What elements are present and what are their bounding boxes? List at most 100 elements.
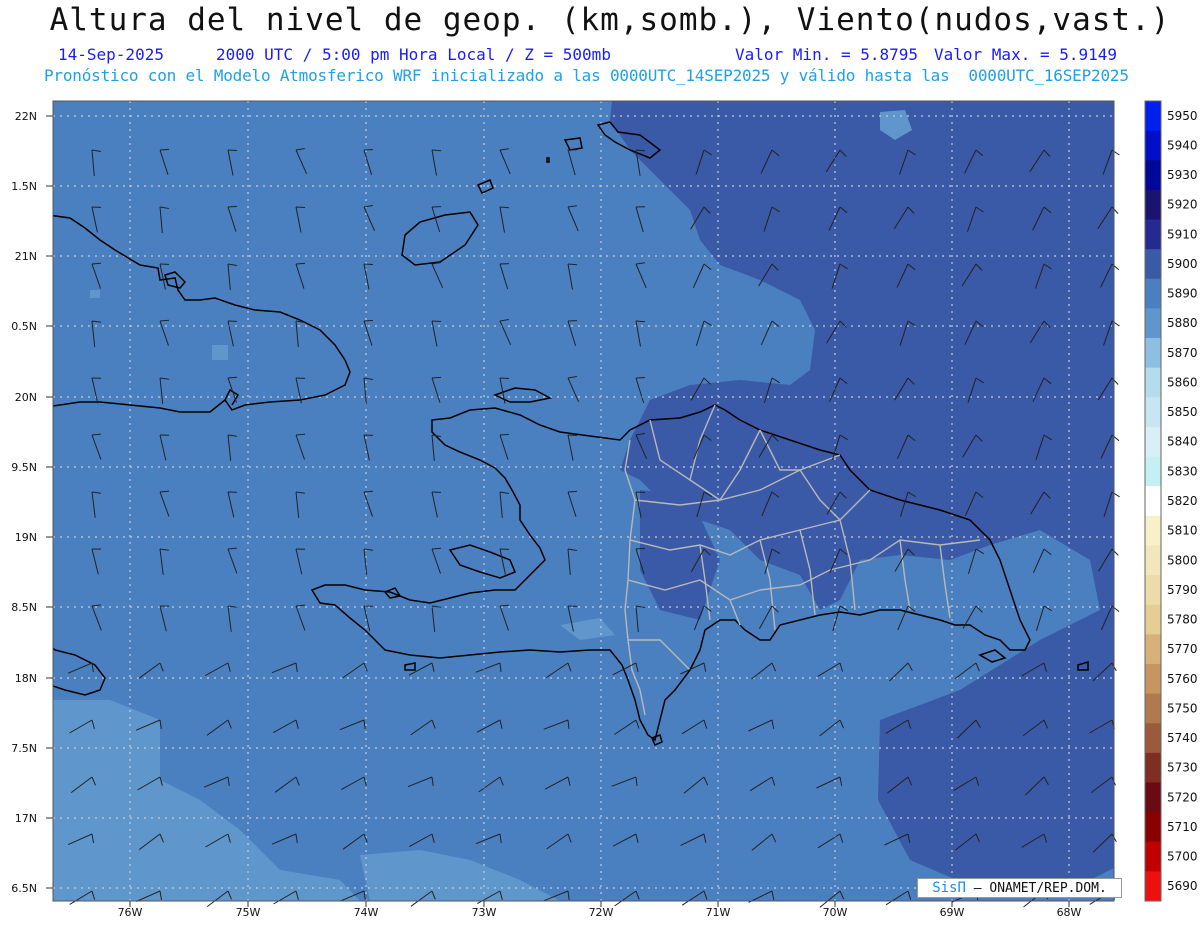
wind-barb-feather — [295, 262, 306, 265]
lat-label: 8.5N — [11, 601, 37, 614]
colorbar-label: 5890 — [1167, 287, 1198, 301]
lat-label: 19N — [15, 531, 37, 544]
wind-barb-feather — [635, 491, 646, 493]
colorbar-swatch — [1145, 486, 1161, 517]
wind-barb-feather — [635, 320, 646, 323]
colorbar-swatch — [1145, 101, 1161, 132]
wind-barb-feather — [159, 319, 170, 322]
colorbar-swatch — [1145, 338, 1161, 369]
wind-barb-feather — [431, 320, 442, 322]
wind-barb-feather — [227, 205, 238, 208]
lon-label: 72W — [589, 906, 614, 919]
colorbar-label: 5940 — [1167, 138, 1198, 152]
colorbar-label: 5880 — [1167, 316, 1198, 330]
lat-label: 20N — [15, 391, 37, 404]
colorbar-label: 5770 — [1167, 642, 1198, 656]
colorbar-label: 5800 — [1167, 553, 1198, 567]
lat-label: 6.5N — [11, 882, 37, 895]
colorbar-label: 5710 — [1167, 820, 1198, 834]
lon-label: 69W — [940, 906, 965, 919]
colorbar-swatch — [1145, 575, 1161, 606]
lat-label: 18N — [15, 672, 37, 685]
colorbar-swatch — [1145, 871, 1161, 902]
lon-label: 74W — [354, 906, 379, 919]
wind-barb-feather — [227, 376, 238, 379]
contour-5880-pocket — [212, 345, 228, 360]
colorbar-label: 5900 — [1167, 257, 1198, 271]
credit-box: SisΠ – ONAMET/REP.DOM. — [917, 878, 1122, 898]
wind-barb-feather — [567, 490, 578, 493]
lon-label: 68W — [1057, 906, 1082, 919]
lon-label: 71W — [706, 906, 731, 919]
wind-barb-feather — [431, 376, 442, 379]
colorbar-label: 5860 — [1167, 375, 1198, 389]
lat-label: 0.5N — [11, 320, 37, 333]
wind-barb-feather — [499, 433, 510, 436]
colorbar-swatch — [1145, 723, 1161, 754]
colorbar-label: 5930 — [1167, 168, 1198, 182]
wind-barb-feather — [499, 377, 510, 379]
wind-barb-feather — [567, 434, 578, 436]
sispi-logo: SisΠ — [932, 880, 966, 896]
wind-barb-feather — [295, 433, 306, 436]
lon-label: 70W — [823, 906, 848, 919]
colorbar-swatch — [1145, 456, 1161, 487]
colorbar-label: 5870 — [1167, 346, 1198, 360]
colorbar-label: 5910 — [1167, 227, 1198, 241]
colorbar-label: 5750 — [1167, 701, 1198, 715]
colorbar-swatch — [1145, 308, 1161, 339]
lat-labels: 22N 1.5N 21N 0.5N 20N 9.5N 19N 8.5N 18N … — [11, 110, 37, 895]
colorbar-label: 5830 — [1167, 464, 1198, 478]
wind-barb-feather — [295, 206, 306, 208]
colorbar-label: 5690 — [1167, 879, 1198, 893]
colorbar-label: 5850 — [1167, 405, 1198, 419]
colorbar-label: 5920 — [1167, 198, 1198, 212]
lat-label: 1.5N — [11, 180, 37, 193]
colorbar-swatch — [1145, 426, 1161, 458]
wind-barb-feather — [363, 490, 374, 493]
forecast-map: 22N 1.5N 21N 0.5N 20N 9.5N 19N 8.5N 18N … — [11, 100, 1198, 919]
contour-5880-pocket — [90, 290, 100, 298]
wind-barb-feather — [363, 263, 374, 265]
colorbar: 5950 5940 5930 5920 5910 5900 5890 5880 5870 5860… — [1144, 100, 1198, 902]
colorbar-swatch — [1145, 278, 1161, 309]
lon-labels: 76W 75W 74W 73W 72W 71W 70W 69W 68W — [118, 906, 1082, 919]
colorbar-label: 5700 — [1167, 850, 1198, 864]
colorbar-label: 5840 — [1167, 435, 1198, 449]
wind-barb-feather — [567, 263, 578, 266]
lon-label: 75W — [236, 906, 261, 919]
colorbar-label: 5760 — [1167, 672, 1198, 686]
wind-barb-feather — [431, 547, 442, 550]
wind-barb-feather — [363, 319, 374, 322]
colorbar-swatch — [1145, 397, 1161, 428]
colorbar-swatch — [1145, 693, 1161, 724]
wind-barb-feather — [499, 604, 510, 607]
colorbar-label: 5740 — [1167, 731, 1198, 745]
colorbar-label: 5780 — [1167, 613, 1198, 627]
lon-label: 76W — [118, 906, 143, 919]
wind-barb-feather — [159, 148, 170, 151]
colorbar-swatch — [1145, 782, 1161, 813]
colorbar-label: 5720 — [1167, 790, 1198, 804]
wind-barb-feather — [431, 149, 442, 152]
colorbar-label: 5810 — [1167, 524, 1198, 538]
lat-label: 21N — [15, 250, 37, 263]
credit-text: – ONAMET/REP.DOM. — [965, 881, 1107, 896]
colorbar-swatch — [1145, 663, 1161, 695]
wind-barb-feather — [227, 149, 238, 151]
lon-label: 73W — [472, 906, 497, 919]
wind-barb-feather — [499, 206, 510, 209]
lat-label: 17N — [15, 812, 37, 825]
lat-label: 9.5N — [11, 461, 37, 474]
colorbar-swatch — [1145, 130, 1161, 161]
colorbar-swatch — [1145, 160, 1161, 191]
colorbar-swatch — [1145, 249, 1161, 280]
colorbar-swatch — [1145, 219, 1161, 250]
colorbar-swatch — [1145, 367, 1161, 398]
colorbar-swatch — [1145, 634, 1161, 665]
lat-label: 7.5N — [11, 742, 37, 755]
colorbar-swatch — [1145, 545, 1161, 576]
wind-barb-feather — [635, 547, 646, 550]
wind-barb-feather — [91, 262, 102, 265]
colorbar-swatch — [1145, 812, 1161, 843]
